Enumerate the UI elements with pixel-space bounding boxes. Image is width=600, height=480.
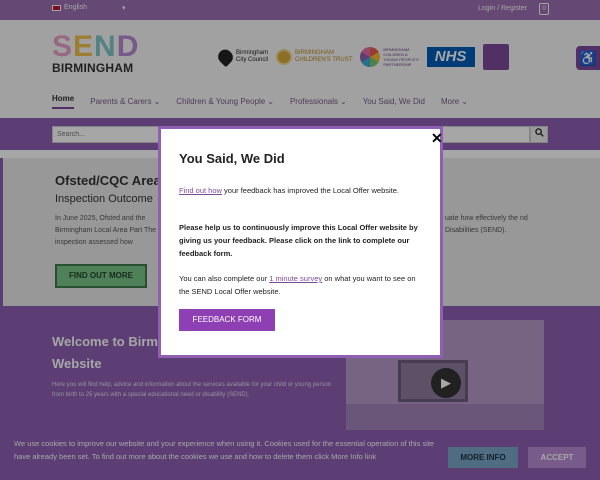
modal-paragraph-3: You can also complete our 1 minute surve…: [179, 274, 416, 296]
modal-paragraph-2: Please help us to continuously improve t…: [179, 223, 418, 258]
feedback-form-button[interactable]: FEEDBACK FORM: [179, 309, 275, 331]
feedback-modal: ✕ You Said, We Did Find out how your fee…: [158, 126, 443, 358]
close-icon[interactable]: ✕: [431, 131, 443, 145]
one-minute-survey-link[interactable]: 1 minute survey: [269, 274, 322, 283]
find-out-how-link[interactable]: Find out how: [179, 186, 222, 195]
modal-title: You Said, We Did: [179, 151, 285, 166]
modal-paragraph-1: Find out how your feedback has improved …: [179, 186, 399, 195]
